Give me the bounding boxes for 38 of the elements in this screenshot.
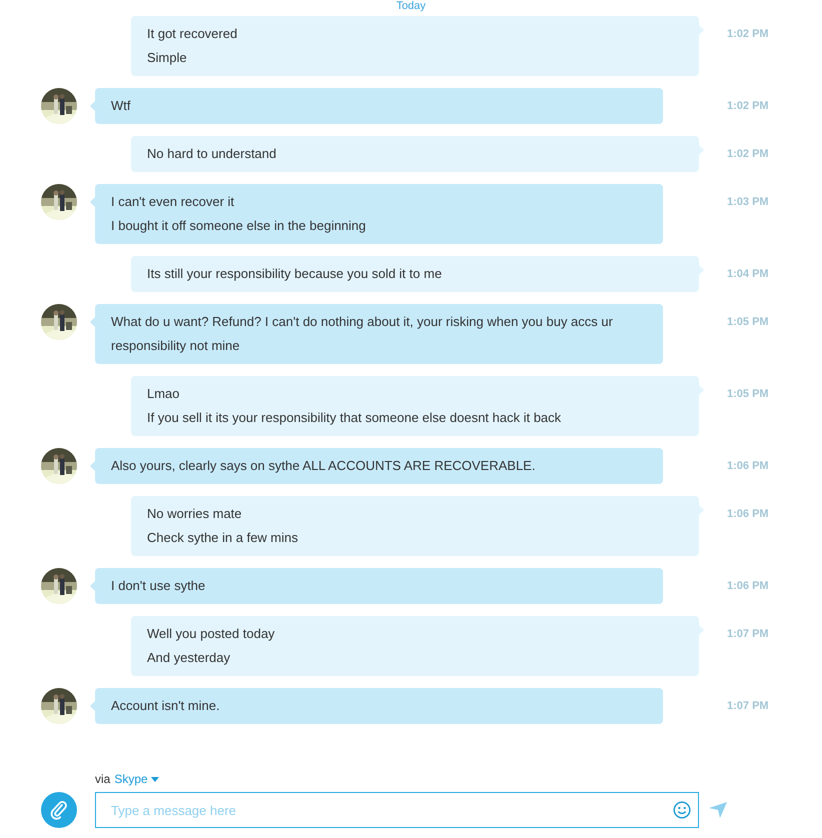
message-time: 1:03 PM: [727, 195, 769, 210]
message-time: 1:05 PM: [727, 387, 769, 402]
message-text: Check sythe in a few mins: [147, 529, 300, 547]
message-time: 1:02 PM: [727, 27, 769, 42]
message-text: Simple: [147, 49, 188, 67]
service-dropdown[interactable]: Skype: [114, 770, 159, 788]
message-text: Well you posted today: [147, 625, 276, 643]
message-text: Wtf: [111, 97, 132, 115]
attach-button[interactable]: [41, 792, 77, 828]
message-text: And yesterday: [147, 649, 232, 667]
message-time: 1:05 PM: [727, 315, 769, 330]
message-text: I don't use sythe: [111, 577, 206, 595]
via-label: via: [95, 771, 110, 788]
paperclip-icon: [50, 800, 68, 820]
message-text: No worries mate: [147, 505, 243, 523]
date-divider: Today: [396, 0, 426, 12]
message-text: Also yours, clearly says on sythe ALL ACCOUNTS ARE RECOVERABLE.: [111, 457, 536, 475]
message-time: 1:07 PM: [727, 699, 769, 714]
message-text: No hard to understand: [147, 145, 278, 163]
message-time: 1:02 PM: [727, 147, 769, 162]
message-time: 1:02 PM: [727, 99, 769, 114]
message-time: 1:04 PM: [727, 267, 769, 282]
smiley-icon[interactable]: [673, 801, 691, 819]
message-text: What do u want? Refund? I can't do nothing about it, your risking when you buy accs ur responsibility not mine: [111, 313, 614, 355]
message-text: If you sell it its your responsibility that someone else doesnt hack it back: [147, 409, 562, 427]
send-button[interactable]: [709, 802, 727, 818]
message-input[interactable]: Type a message here: [95, 792, 699, 828]
message-time: 1:06 PM: [727, 579, 769, 594]
message-text: It got recovered: [147, 25, 238, 43]
message-text: Lmao: [147, 385, 181, 403]
message-text: I can't even recover it: [111, 193, 236, 211]
message-text: Its still your responsibility because you sold it to me: [147, 265, 443, 283]
caret-icon: [150, 776, 159, 782]
message-time: 1:07 PM: [727, 627, 769, 642]
message-time: 1:06 PM: [727, 507, 769, 522]
message-text: I bought it off someone else in the beginning: [111, 217, 367, 235]
message-time: 1:06 PM: [727, 459, 769, 474]
message-text: Account isn't mine.: [111, 697, 221, 715]
